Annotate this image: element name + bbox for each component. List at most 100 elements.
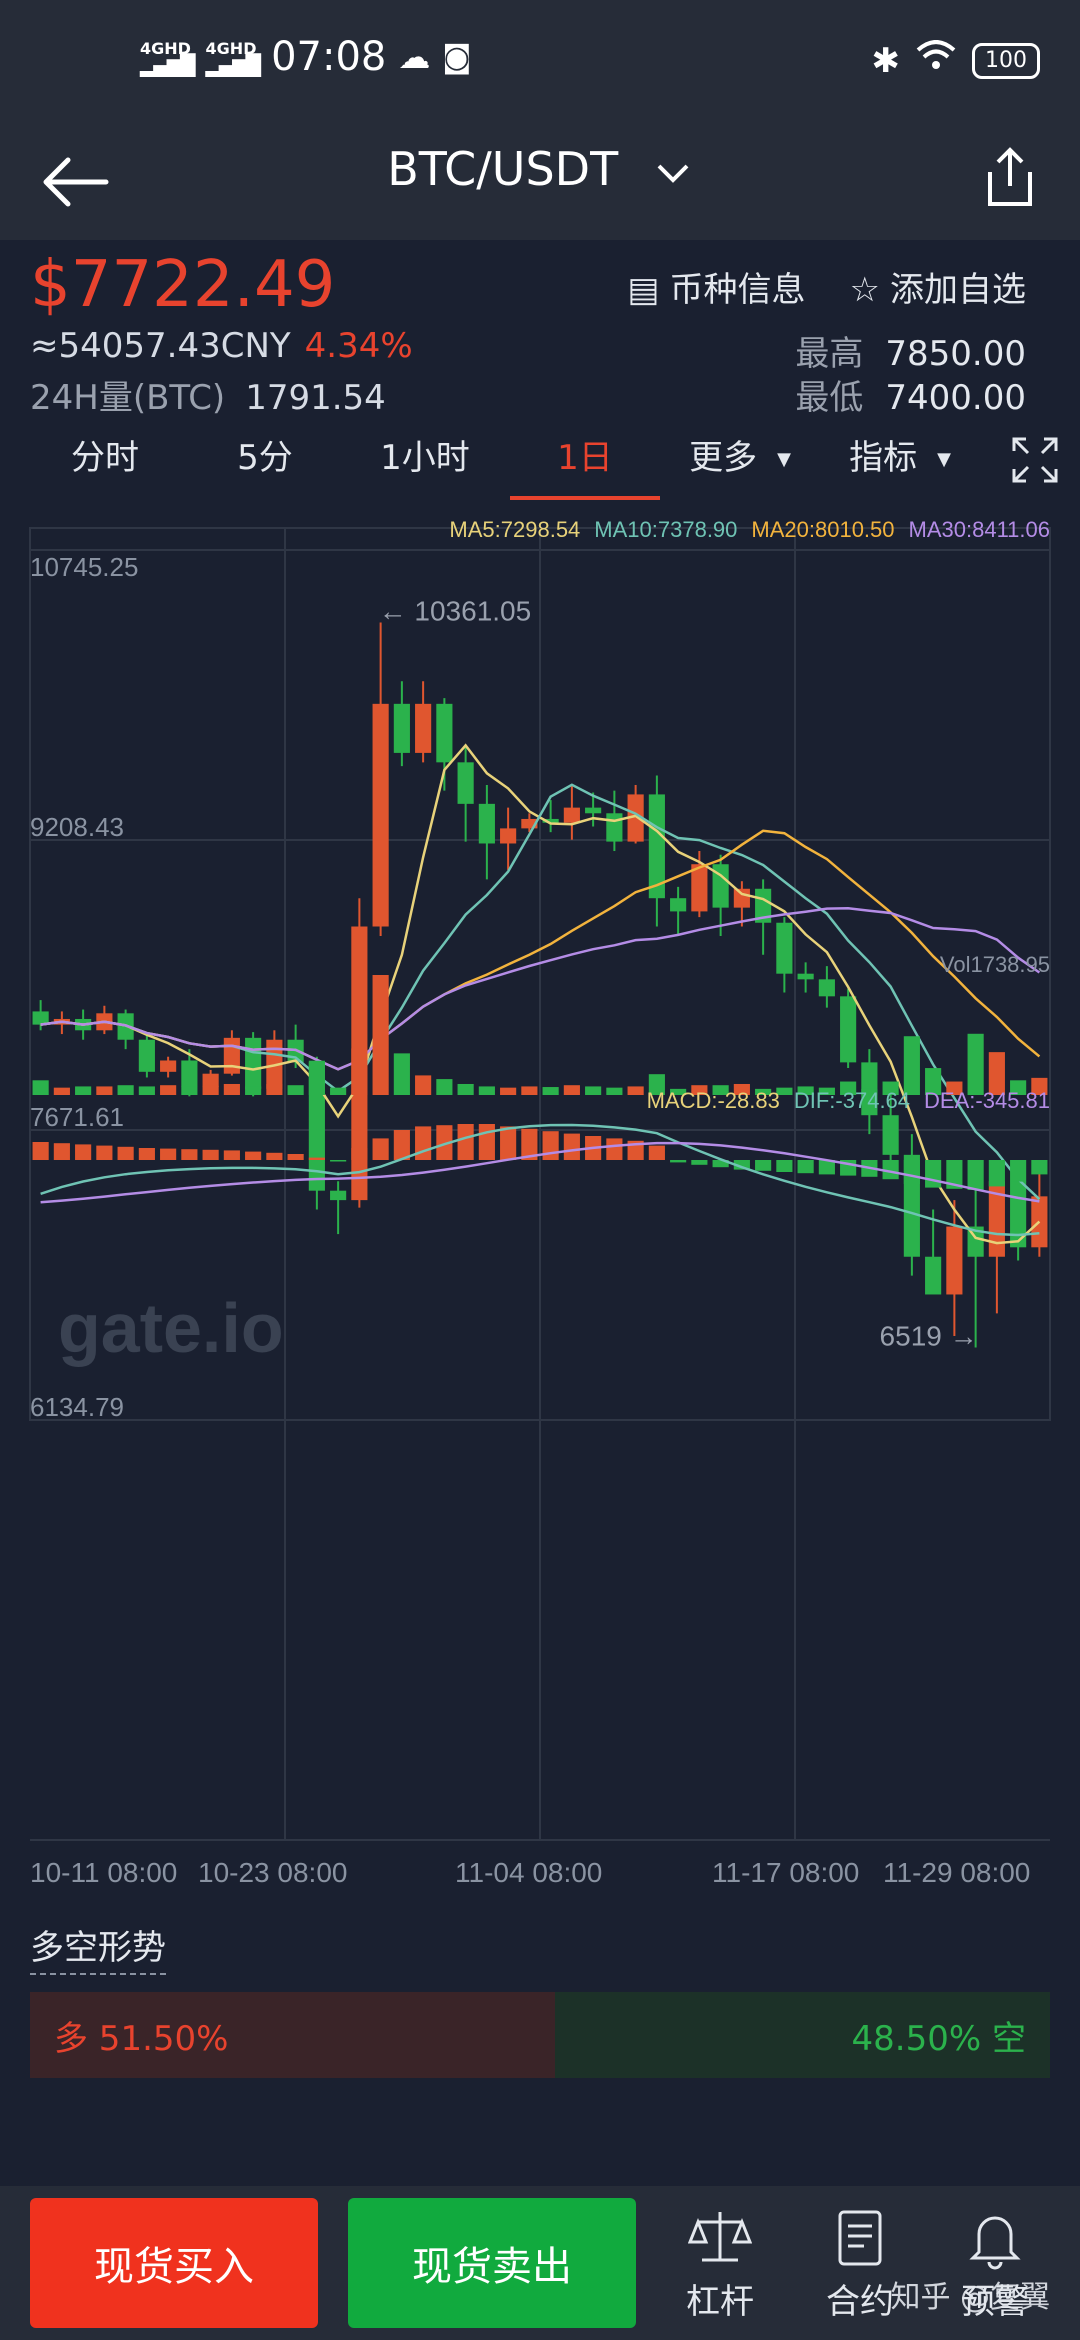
volume-bar (585, 1086, 602, 1095)
star-icon: ☆ (849, 270, 880, 310)
tab-1day[interactable]: 1日 (510, 428, 660, 488)
interval-tabs: 分时 5分 1小时 1日 更多 ▼ 指标 ▼ (0, 428, 1080, 504)
candle (330, 1190, 347, 1201)
bottom-action-bar: 现货买入 现货卖出 杠杆 合约 预警 (0, 2186, 1080, 2340)
macd-bar (117, 1146, 134, 1160)
spot-sell-button[interactable]: 现货卖出 (348, 2198, 636, 2328)
macd-bar (181, 1149, 198, 1160)
macd-bar (988, 1160, 1005, 1187)
tab-indicators[interactable]: 指标 ▼ (820, 428, 980, 490)
volume-bar (903, 1036, 920, 1095)
candle (818, 979, 835, 997)
bell-icon (969, 2216, 1021, 2270)
macd-bar (542, 1131, 559, 1160)
candle (138, 1039, 155, 1072)
volume-bar (627, 1086, 644, 1095)
spot-buy-button[interactable]: 现货买入 (30, 2198, 318, 2328)
volume-bar (436, 1079, 453, 1095)
fullscreen-button[interactable] (1000, 428, 1070, 488)
volume-bar (351, 1048, 368, 1095)
macd-legend-item: DIF:-374.64 (794, 1088, 910, 1113)
macd-bar (223, 1150, 240, 1160)
volume-bar (457, 1083, 474, 1095)
kline-chart[interactable]: MA5:7298.54 MA10:7378.90 MA20:8010.50 MA30:… (0, 510, 1080, 1890)
candle (797, 973, 814, 980)
sentiment-title: 多空形势 (30, 1920, 166, 1975)
candle (882, 1115, 899, 1155)
macd-bar (75, 1144, 92, 1160)
cny-value: ≈54057.43CNY (30, 326, 291, 366)
macd-bar (1010, 1160, 1027, 1182)
candle (202, 1073, 219, 1087)
tab-more[interactable]: 更多 ▼ (660, 428, 820, 490)
macd-bar (372, 1138, 389, 1160)
add-favorite-button[interactable]: ☆ 添加自选 (850, 262, 1026, 311)
candle (160, 1060, 177, 1072)
coin-info-button[interactable]: ▤ 币种信息 (627, 262, 805, 311)
chart-grid (29, 527, 1051, 1841)
volume-bar (500, 1087, 517, 1095)
change-percent: 4.34% (304, 326, 413, 366)
volume-bar (160, 1085, 177, 1095)
battery-icon: 100 (972, 42, 1040, 79)
tab-1hour[interactable]: 1小时 (350, 428, 500, 488)
macd-bar (563, 1133, 580, 1160)
macd-bar (415, 1126, 432, 1160)
dropdown-triangle-icon: ▼ (777, 448, 791, 470)
signal-icon: ▂▄▆█ (140, 53, 196, 77)
volume-bar (478, 1086, 495, 1095)
macd-bar (32, 1142, 49, 1160)
volume-bar (138, 1086, 155, 1095)
ma-legend-item: MA10:7378.90 (594, 517, 737, 542)
header: BTC/USDT (0, 120, 1080, 240)
volume-bar (415, 1075, 432, 1095)
volume-bar (308, 1060, 325, 1095)
cny-price: ≈54057.43CNY 4.34% (30, 326, 413, 366)
macd-legend-item: MACD:-28.83 (647, 1088, 780, 1113)
volume-bar (245, 1086, 262, 1095)
tab-5min[interactable]: 5分 (190, 428, 340, 488)
volume-value: 1791.54 (245, 378, 386, 418)
leverage-button[interactable]: 杠杆 (655, 2206, 785, 2323)
candle (181, 1060, 198, 1087)
high-label: 最高 (795, 334, 864, 374)
macd-bar (903, 1160, 920, 1184)
add-favorite-label: 添加自选 (890, 270, 1026, 310)
y-axis-label: 9208.43 (30, 812, 124, 842)
volume-bar (117, 1085, 134, 1095)
macd-bar (691, 1160, 708, 1165)
candle (245, 1037, 262, 1089)
share-button[interactable] (970, 138, 1050, 218)
signal-icon: ▂▄▆█ (205, 53, 262, 77)
macd-bar (776, 1160, 793, 1172)
gate-watermark: gate.io (58, 1289, 284, 1367)
macd-legend: MACD:-28.83 DIF:-374.64 DEA:-345.81 (647, 1088, 1050, 1113)
candle (776, 922, 793, 974)
macd-bar (967, 1160, 984, 1190)
macd-bar (96, 1145, 113, 1160)
high-price: 最高 7850.00 (795, 326, 1026, 375)
macd-bar (266, 1152, 283, 1160)
candle (606, 813, 623, 842)
candle (436, 703, 453, 763)
candle (840, 996, 857, 1063)
bluetooth-icon: ✱ (871, 40, 901, 81)
high-value: 7850.00 (885, 334, 1026, 374)
tab-timeline[interactable]: 分时 (30, 428, 180, 488)
candle (563, 807, 580, 823)
candle (500, 828, 517, 844)
min-price-label: 6519 → (880, 1320, 978, 1351)
network-indicator-1: 4GHD ▂▄▆█ (140, 41, 196, 77)
dropdown-triangle-icon: ▼ (937, 448, 951, 470)
macd-bar (160, 1148, 177, 1160)
volume-bar (32, 1080, 49, 1095)
volume-bar (287, 1085, 304, 1095)
x-axis-label: 10-23 08:00 (198, 1857, 347, 1888)
pair-selector[interactable]: BTC/USDT (0, 142, 1080, 196)
active-tab-underline (510, 496, 660, 500)
low-value: 7400.00 (885, 378, 1026, 418)
volume-bar (266, 1083, 283, 1095)
tab-label: 更多 (689, 438, 758, 478)
macd-bar (138, 1148, 155, 1160)
ma-legend: MA5:7298.54 MA10:7378.90 MA20:8010.50 MA30:… (449, 517, 1050, 542)
